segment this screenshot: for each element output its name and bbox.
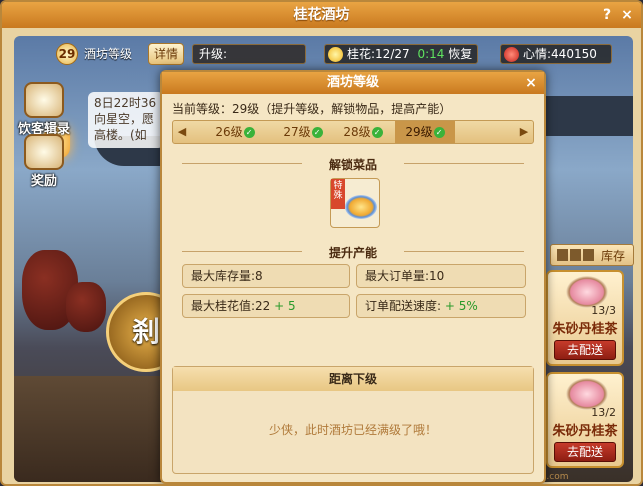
storage-label: 库存 xyxy=(601,249,626,263)
recover-timer: 0:14 xyxy=(417,47,445,61)
deliver-button[interactable]: 去配送 xyxy=(554,340,616,360)
order-card: 13/3 朱砂丹桂茶 去配送 xyxy=(546,270,624,366)
level-tab-26[interactable]: 26级 ✓ xyxy=(205,121,265,143)
level-tab-label: 28级 xyxy=(343,125,371,139)
order-count: 13/3 xyxy=(591,304,616,317)
max-osmanthus-stat: 最大桂花值:22 + 5 xyxy=(182,294,350,318)
osmanthus-icon xyxy=(328,47,343,62)
roof-shape xyxy=(534,96,633,136)
main-window: 桂花酒坊 ? × 29 酒坊等级 详情 升级: 桂花:12/27 0:14 恢复… xyxy=(0,0,643,486)
level-tab-27[interactable]: 27级 ✓ xyxy=(273,121,333,143)
divider xyxy=(182,251,302,252)
level-tab-28[interactable]: 28级 ✓ xyxy=(333,121,393,143)
notice-line: 高楼。(如 xyxy=(94,128,147,142)
next-arrow-icon[interactable]: ▶ xyxy=(515,121,533,143)
osmanthus-value: 桂花:12/27 xyxy=(347,47,410,61)
prev-arrow-icon[interactable]: ◀ xyxy=(173,121,191,143)
divider xyxy=(404,251,524,252)
order-card: 13/2 朱砂丹桂茶 去配送 xyxy=(546,372,624,468)
storage-tab[interactable]: 库存 xyxy=(550,244,634,266)
dialog-close-icon[interactable]: × xyxy=(522,74,540,92)
max-stock-stat: 最大库存量:8 xyxy=(182,264,350,288)
dialog-title: 酒坊等级 xyxy=(162,72,544,94)
divider xyxy=(404,163,524,164)
unlock-section-header: 解锁菜品 xyxy=(172,156,534,173)
check-icon: ✓ xyxy=(243,127,255,138)
level-dialog: 酒坊等级 × 当前等级：29级（提升等级，解锁物品，提高产能） ◀ 26级 ✓ 2… xyxy=(160,70,546,484)
level-tab-29[interactable]: 29级 ✓ xyxy=(395,121,455,143)
notice-bubble: 8日22时36 向星空，愿 高楼。(如 xyxy=(88,92,164,148)
heart-icon xyxy=(504,47,519,62)
max-level-message: 少侠，此时酒坊已经满级了哦！ xyxy=(268,423,437,437)
status-bar: 29 酒坊等级 详情 升级: 桂花:12/27 0:14 恢复 心情:44015… xyxy=(52,42,612,66)
unlocked-dish-item[interactable]: 特殊 xyxy=(330,178,380,228)
next-level-panel: 距离下级 少侠，此时酒坊已经满级了哦！ xyxy=(172,366,534,474)
current-level-text: 当前等级：29级（提升等级，解锁物品，提高产能） xyxy=(172,102,452,116)
capacity-section-header: 提升产能 xyxy=(172,244,534,261)
level-tab-label: 26级 xyxy=(215,125,243,139)
window-title: 桂花酒坊 xyxy=(2,2,641,28)
level-selector: ◀ 26级 ✓ 27级 ✓ 28级 ✓ 29级 ✓ ▶ xyxy=(172,120,534,144)
dish-name: 朱砂丹桂茶 xyxy=(552,322,618,337)
capacity-title: 提升产能 xyxy=(328,246,377,260)
max-order-stat: 最大订单量:10 xyxy=(356,264,526,288)
max-osmanthus-increase: + 5 xyxy=(274,299,296,313)
upgrade-field: 升级: xyxy=(192,44,306,64)
order-count: 13/2 xyxy=(591,406,616,419)
window-close-icon[interactable]: × xyxy=(618,6,636,24)
max-osmanthus-label: 最大桂花值:22 xyxy=(191,299,271,313)
delivery-speed-increase: + 5% xyxy=(444,299,478,313)
dish-name: 朱砂丹桂茶 xyxy=(552,424,618,439)
recover-label: 恢复 xyxy=(448,47,473,61)
level-label: 酒坊等级 xyxy=(84,47,133,61)
divider xyxy=(182,163,302,164)
delivery-speed-label: 订单配送速度: xyxy=(365,299,442,313)
mood-value: 心情:440150 xyxy=(523,47,597,61)
delivery-speed-stat: 订单配送速度: + 5% xyxy=(356,294,526,318)
notice-line: 向星空，愿 xyxy=(94,112,155,126)
unlock-title: 解锁菜品 xyxy=(328,158,377,172)
dish-icon xyxy=(345,195,377,219)
check-icon: ✓ xyxy=(371,127,383,138)
grid-icon xyxy=(557,249,595,261)
deliver-button[interactable]: 去配送 xyxy=(554,442,616,462)
next-level-title: 距离下级 xyxy=(173,367,533,391)
scroll-icon xyxy=(24,82,64,118)
check-icon: ✓ xyxy=(433,127,445,138)
osmanthus-counter: 桂花:12/27 0:14 恢复 xyxy=(324,44,478,64)
mood-counter: 心情:440150 xyxy=(500,44,612,64)
level-tab-label: 29级 xyxy=(405,125,433,139)
level-badge: 29 xyxy=(56,43,78,65)
reward-label: 奖励 xyxy=(30,174,57,189)
wine-jar-icon xyxy=(66,282,106,332)
notice-line: 8日22时36 xyxy=(94,96,157,110)
check-icon: ✓ xyxy=(311,127,323,138)
help-icon[interactable]: ? xyxy=(598,6,616,24)
level-tab-label: 27级 xyxy=(283,125,311,139)
reward-button[interactable]: 奖励 xyxy=(16,134,72,190)
detail-button[interactable]: 详情 xyxy=(148,43,184,65)
treasure-chest-icon xyxy=(24,134,64,170)
recipe-book-button[interactable]: 饮客辑录 xyxy=(16,82,72,138)
special-ribbon: 特殊 xyxy=(331,179,345,209)
